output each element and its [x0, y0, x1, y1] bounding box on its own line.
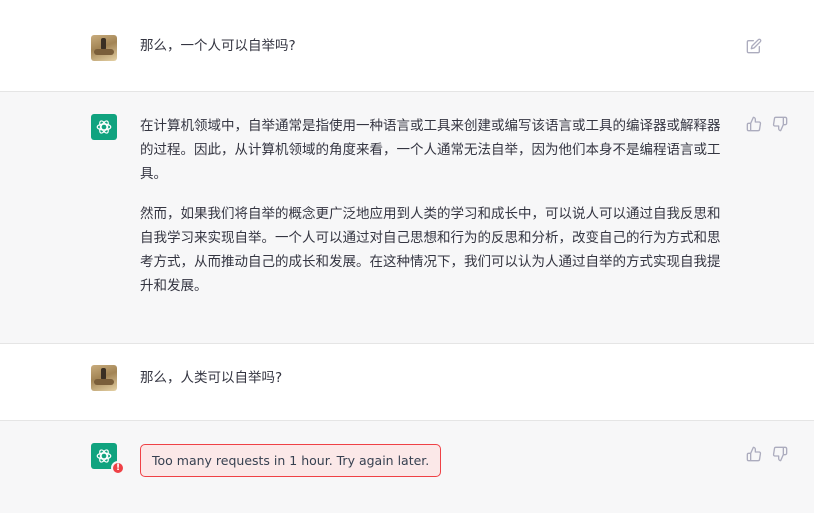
- openai-logo-icon: [91, 114, 117, 140]
- user-avatar: [91, 35, 117, 61]
- error-badge-icon: !: [111, 461, 125, 475]
- message-row-user-1: 那么，一个人可以自举吗?: [0, 0, 814, 91]
- user-message-text: 那么，一个人可以自举吗?: [140, 38, 296, 54]
- edit-icon[interactable]: [746, 38, 762, 54]
- assistant-message-text: 在计算机领域中，自举通常是指使用一种语言或工具来创建或编写该语言或工具的编译器或…: [140, 114, 730, 298]
- error-message: Too many requests in 1 hour. Try again l…: [140, 444, 442, 477]
- assistant-paragraph: 然而，如果我们将自举的概念更广泛地应用到人类的学习和成长中，可以说人可以通过自我…: [140, 206, 721, 294]
- thumbs-down-icon[interactable]: [772, 116, 788, 132]
- thumbs-down-icon[interactable]: [772, 446, 788, 462]
- message-row-user-2: 那么，人类可以自举吗?: [0, 344, 814, 420]
- assistant-paragraph: 在计算机领域中，自举通常是指使用一种语言或工具来创建或编写该语言或工具的编译器或…: [140, 118, 721, 182]
- thumbs-up-icon[interactable]: [746, 116, 762, 132]
- user-message-text: 那么，人类可以自举吗?: [140, 370, 283, 386]
- message-row-assistant-1: 在计算机领域中，自举通常是指使用一种语言或工具来创建或编写该语言或工具的编译器或…: [0, 92, 814, 343]
- user-avatar: [91, 365, 117, 391]
- thumbs-up-icon[interactable]: [746, 446, 762, 462]
